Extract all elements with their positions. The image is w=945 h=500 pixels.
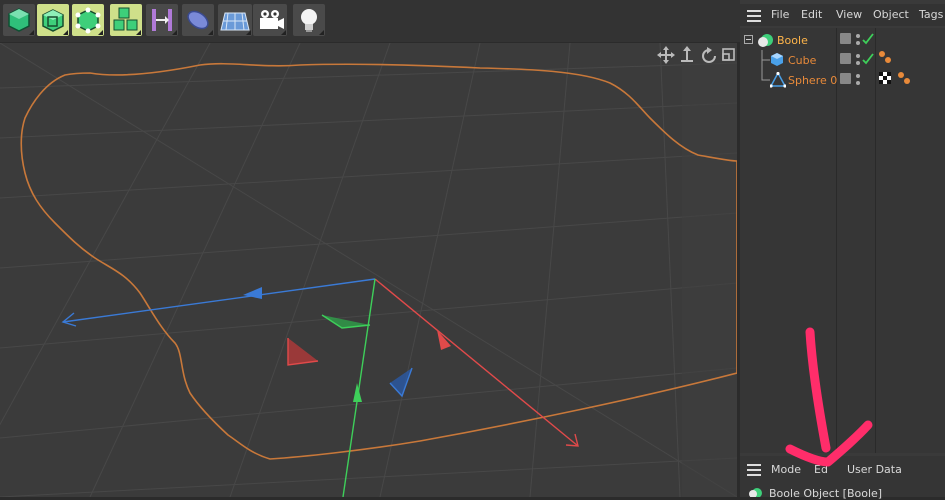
object-row-cube[interactable]: Cube — [740, 50, 945, 70]
points-mode-button[interactable] — [72, 4, 104, 36]
camera-button[interactable] — [253, 4, 287, 36]
boole-icon — [758, 34, 773, 47]
menu-view[interactable]: View — [836, 8, 862, 21]
object-name-sphere[interactable]: Sphere 0 — [788, 74, 837, 87]
object-name-boole[interactable]: Boole — [777, 34, 808, 47]
object-list — [740, 28, 945, 453]
viewport-nav-icons — [657, 46, 735, 64]
attr-menu-edit[interactable]: Ed — [814, 463, 828, 476]
visibility-dots-icon[interactable] — [855, 52, 875, 68]
floor-button[interactable] — [218, 4, 252, 36]
object-row-boole[interactable]: Boole — [740, 30, 945, 50]
visibility-dots-icon[interactable] — [855, 72, 875, 88]
scale-view-icon[interactable] — [681, 46, 693, 62]
move-view-icon[interactable] — [657, 46, 675, 64]
menu-edit[interactable]: Edit — [801, 8, 822, 21]
boole-object-outline — [20, 62, 737, 460]
menu-tags[interactable]: Tags — [919, 8, 943, 21]
cube-icon — [771, 53, 783, 66]
menu-object[interactable]: Object — [873, 8, 909, 21]
light-button[interactable] — [293, 4, 325, 36]
rotation-handles[interactable] — [287, 314, 413, 398]
column-divider — [875, 28, 876, 453]
visibility-dots-icon[interactable] — [855, 32, 875, 48]
model-mode-button[interactable] — [37, 4, 69, 36]
menu-file[interactable]: File — [771, 8, 789, 21]
top-toolbar — [0, 0, 740, 42]
attr-object-title: Boole Object [Boole] — [769, 487, 883, 500]
object-row-sphere[interactable]: Sphere 0 — [740, 70, 945, 90]
layer-icon[interactable] — [840, 73, 851, 84]
rotate-view-icon[interactable] — [702, 47, 716, 63]
spline-deformer-button[interactable] — [182, 4, 214, 36]
object-name-cube[interactable]: Cube — [788, 54, 816, 67]
texture-tag-icon[interactable] — [878, 71, 914, 87]
hamburger-menu-icon[interactable] — [747, 464, 761, 476]
layer-icon[interactable] — [840, 33, 851, 44]
layer-icon[interactable] — [840, 53, 851, 64]
object-manager-menubar: File Edit View Object Tags — [740, 4, 945, 26]
live-selection-tool-button[interactable] — [3, 4, 35, 36]
hamburger-menu-icon[interactable] — [747, 10, 761, 22]
attributes-panel: Mode Ed User Data Boole Object [Boole] — [740, 456, 945, 500]
sphere-icon — [770, 72, 786, 88]
viewport-scene — [0, 43, 737, 497]
attr-menu-user-data[interactable]: User Data — [847, 463, 902, 476]
attr-menu-mode[interactable]: Mode — [771, 463, 801, 476]
cloner-button[interactable] — [110, 4, 142, 36]
right-panel: File Edit View Object Tags Boole Cube Sp… — [740, 0, 945, 500]
maximize-view-icon[interactable] — [722, 48, 735, 61]
column-divider — [836, 28, 837, 453]
deformer-button[interactable] — [146, 4, 178, 36]
boole-icon — [749, 488, 762, 497]
viewport-3d[interactable] — [0, 43, 737, 497]
collapse-icon[interactable] — [744, 33, 754, 45]
viewport-grid — [0, 43, 737, 497]
material-tag-icon[interactable] — [878, 50, 894, 66]
